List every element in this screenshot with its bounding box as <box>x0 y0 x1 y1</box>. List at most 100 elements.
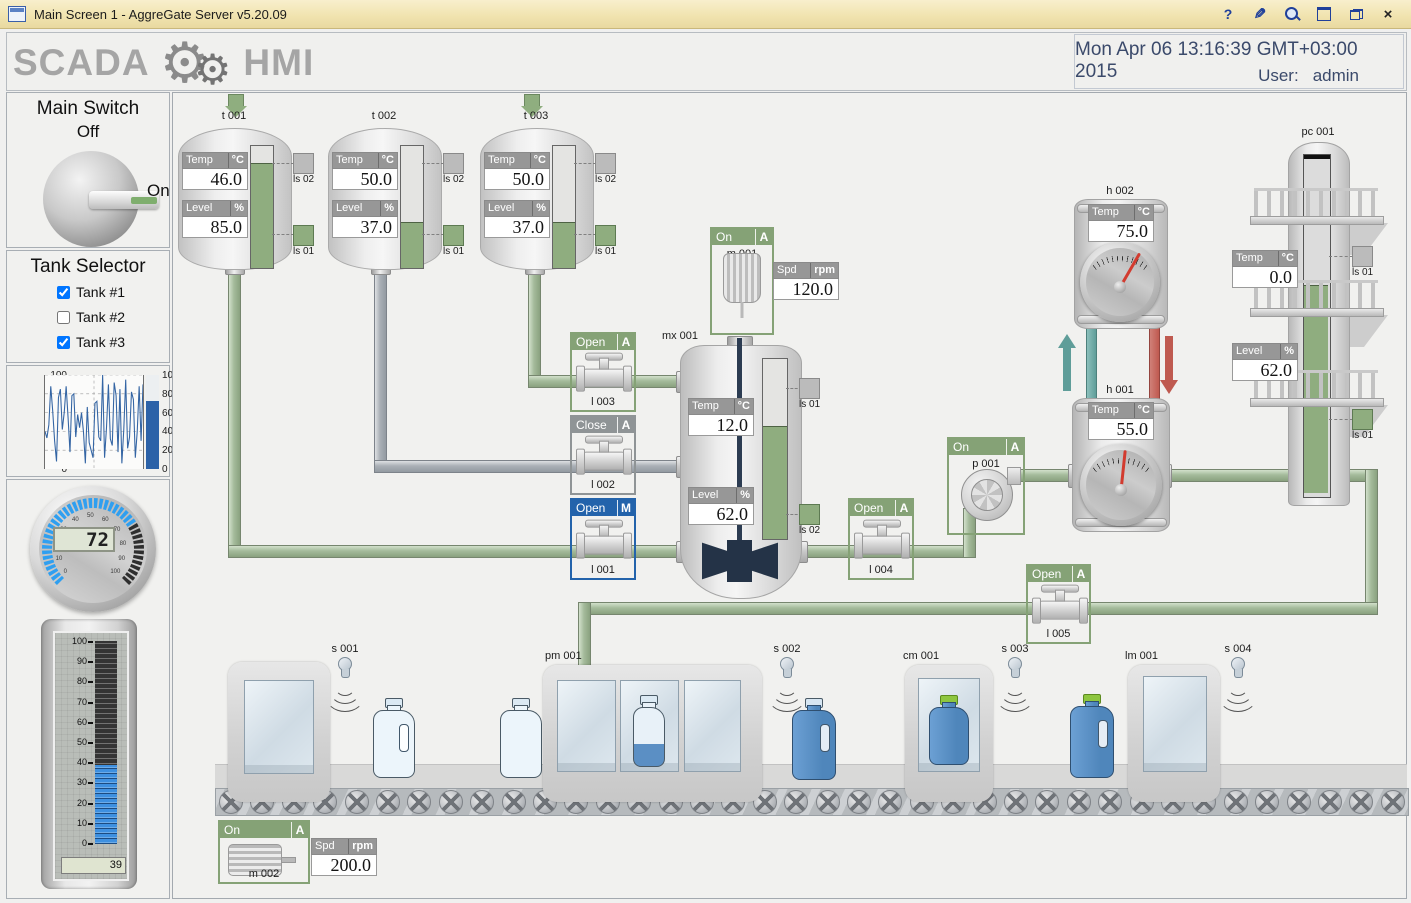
valve-label: l 004 <box>850 564 912 576</box>
datetime-panel: Mon Apr 06 13:16:39 GMT+03:00 2015 User:… <box>1074 34 1404 89</box>
level-unit: % <box>532 201 546 216</box>
tank-t001-temp-display: Temp°C 46.0 <box>182 152 248 190</box>
level-label: Level <box>336 201 362 216</box>
motor-state: On <box>224 822 240 838</box>
tank-t002-level-display: Level% 37.0 <box>332 200 398 238</box>
temp-unit: °C <box>228 153 244 168</box>
valve-mode-badge: M <box>617 500 634 516</box>
heater-h002-gauge <box>1080 242 1160 322</box>
trend-plot-area <box>44 375 144 469</box>
tank-t003-level-fill <box>553 222 575 268</box>
trend-chart: 020406080100 020406080100 <box>6 365 170 477</box>
motor-m001-speed-display: Spdrpm 120.0 <box>773 262 839 300</box>
conveyor-roller <box>470 790 494 814</box>
conveyor-roller <box>1035 790 1059 814</box>
valve-icon <box>576 353 630 399</box>
title-bar[interactable]: Main Screen 1 - AggreGate Server v5.20.0… <box>0 0 1411 29</box>
thermometer-face: 1009080706050403020100 39 <box>53 631 129 881</box>
mixer-hub <box>727 540 752 582</box>
valve-l003[interactable]: OpenA l 003 <box>570 332 636 412</box>
tank-t001-level-display: Level% 85.0 <box>182 200 248 238</box>
motor-mode-badge: A <box>755 229 772 245</box>
bottle-empty <box>373 698 415 778</box>
valve-l001[interactable]: Open M l 001 <box>570 498 636 580</box>
limit-switch-label: ls 02 <box>443 174 464 185</box>
main-switch-knob[interactable] <box>43 151 139 247</box>
valve-mode-badge: A <box>617 334 634 350</box>
conveyor-roller <box>345 790 369 814</box>
main-switch-on-label: On <box>147 181 170 201</box>
valve-state: Open <box>576 500 605 516</box>
pump-outlet <box>1007 467 1021 485</box>
tank-t003-level-display: Level% 37.0 <box>484 200 550 238</box>
tank3-label: Tank #3 <box>76 334 125 350</box>
tank2-checkbox-row[interactable]: Tank #2 <box>57 309 125 325</box>
limit-switch-label: ls 01 <box>799 399 820 410</box>
scada-hmi-logo: SCADA ⚙ ⚙ HMI <box>13 36 314 90</box>
limit-switch-t001-ls01 <box>293 225 314 246</box>
limit-switch-t002-ls01 <box>443 225 464 246</box>
valve-l002[interactable]: CloseA l 002 <box>570 415 636 495</box>
machine-glass <box>557 680 616 772</box>
radial-gauge-lcd: 72 <box>53 527 115 552</box>
close-icon[interactable]: × <box>1379 5 1397 23</box>
edit-icon[interactable]: ✎ <box>1251 5 1269 23</box>
tank3-checkbox-row[interactable]: Tank #3 <box>57 334 125 350</box>
machine-1 <box>228 662 330 802</box>
valve-l005[interactable]: OpenA l 005 <box>1026 564 1091 644</box>
motor-m002[interactable]: OnA m 002 <box>218 820 310 884</box>
limit-switch-t001-ls02 <box>293 153 314 174</box>
pump-p001[interactable]: OnA p 001 <box>947 437 1025 535</box>
limit-switch-t003-ls01 <box>595 225 616 246</box>
tank-t001-label: t 001 <box>206 110 262 122</box>
mixer-temp-display: Temp°C 12.0 <box>688 398 754 436</box>
radial-gauge: 0102030405060708090100 72 <box>30 486 156 612</box>
level-label: Level <box>1236 344 1262 359</box>
column-temp-display: Temp°C 0.0 <box>1232 250 1298 288</box>
pump-icon <box>961 469 1013 521</box>
tank1-label: Tank #1 <box>76 284 125 300</box>
preview-icon[interactable] <box>1283 5 1301 23</box>
sensor-s002: s 002 <box>765 643 809 678</box>
conveyor-roller <box>439 790 463 814</box>
valve-icon <box>1032 585 1086 631</box>
conveyor-roller <box>1287 790 1311 814</box>
pipe-t003-down <box>528 268 541 384</box>
limit-switch-t002-ls02 <box>443 153 464 174</box>
valve-mode-badge: A <box>617 417 634 433</box>
spd-value: 200.0 <box>311 855 377 876</box>
tank-t003-temp-display: Temp°C 50.0 <box>484 152 550 190</box>
conveyor-roller <box>1349 790 1373 814</box>
tank1-checkbox-row[interactable]: Tank #1 <box>57 284 125 300</box>
sensor-link <box>272 234 294 235</box>
spd-unit: rpm <box>348 839 373 854</box>
tank3-checkbox[interactable] <box>57 336 70 349</box>
motor-label: m 002 <box>220 868 308 880</box>
conveyor-roller <box>816 790 840 814</box>
flow-down-arrow <box>1160 336 1178 394</box>
level-label: Level <box>488 201 514 216</box>
main-switch-off-label: Off <box>7 122 169 142</box>
spd-label: Spd <box>777 263 797 278</box>
maximize-icon[interactable] <box>1315 5 1333 23</box>
conveyor-roller <box>1224 790 1248 814</box>
motor-m001[interactable]: OnA m 001 <box>710 227 774 335</box>
valve-label: l 001 <box>572 564 634 576</box>
help-icon[interactable]: ? <box>1219 5 1237 23</box>
conveyor-roller <box>847 790 871 814</box>
tank1-checkbox[interactable] <box>57 286 70 299</box>
tank-t002 <box>328 128 442 270</box>
tank-t001 <box>178 128 292 270</box>
bottle-empty <box>500 698 542 778</box>
tank-selector-title: Tank Selector <box>7 256 169 278</box>
logo-scada-text: SCADA <box>13 42 150 84</box>
mixer-label: mx 001 <box>650 330 710 342</box>
temp-label: Temp <box>692 399 719 414</box>
temp-unit: °C <box>1134 205 1150 220</box>
limit-switch-mx-ls01 <box>799 378 820 399</box>
restore-icon[interactable] <box>1347 5 1365 23</box>
limit-switch-pc-bottom <box>1352 409 1373 430</box>
valve-state: Open <box>1032 566 1061 582</box>
valve-l004[interactable]: OpenA l 004 <box>848 498 914 580</box>
tank2-checkbox[interactable] <box>57 311 70 324</box>
